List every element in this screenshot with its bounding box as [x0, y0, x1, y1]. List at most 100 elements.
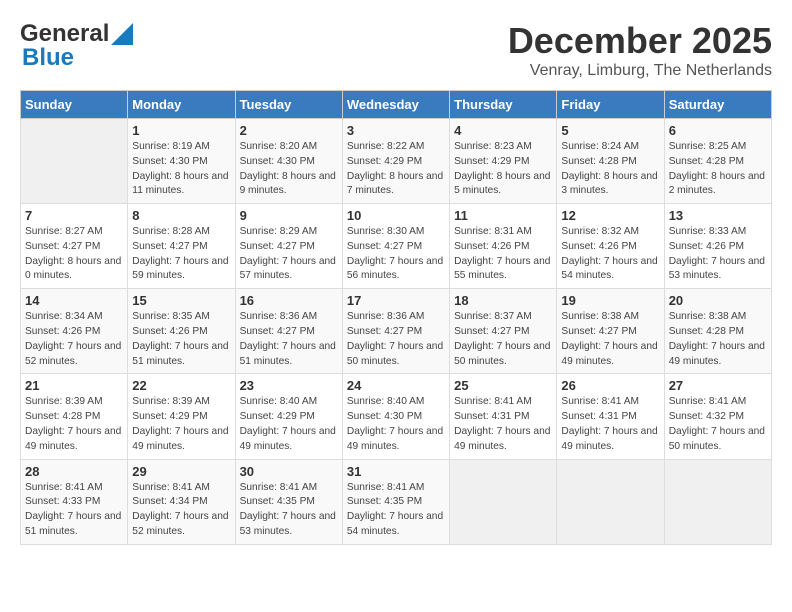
day-info: Sunrise: 8:39 AMSunset: 4:28 PMDaylight:… [25, 395, 123, 454]
day-number: 5 [561, 123, 659, 138]
day-info: Sunrise: 8:41 AMSunset: 4:34 PMDaylight:… [132, 481, 230, 540]
calendar-cell: 11 Sunrise: 8:31 AMSunset: 4:26 PMDayligh… [450, 204, 557, 289]
calendar-cell: 20 Sunrise: 8:38 AMSunset: 4:28 PMDayligh… [664, 289, 771, 374]
day-number: 24 [347, 378, 445, 393]
day-number: 26 [561, 378, 659, 393]
calendar-cell: 12 Sunrise: 8:32 AMSunset: 4:26 PMDayligh… [557, 204, 664, 289]
logo: General Blue [20, 20, 133, 72]
day-info: Sunrise: 8:32 AMSunset: 4:26 PMDaylight:… [561, 225, 659, 284]
day-number: 30 [240, 464, 338, 479]
calendar-cell: 19Sunrise: 8:38 AMSunset: 4:27 PMDayligh… [557, 289, 664, 374]
day-number: 23 [240, 378, 338, 393]
logo-icon [111, 23, 133, 45]
day-info: Sunrise: 8:23 AMSunset: 4:29 PMDaylight:… [454, 140, 552, 199]
calendar-cell: 16 Sunrise: 8:36 AMSunset: 4:27 PMDayligh… [235, 289, 342, 374]
day-info: Sunrise: 8:31 AMSunset: 4:26 PMDaylight:… [454, 225, 552, 284]
weekday-header: Monday [128, 91, 235, 119]
day-number: 27 [669, 378, 767, 393]
calendar-cell: 3Sunrise: 8:22 AMSunset: 4:29 PMDaylight… [342, 119, 449, 204]
day-info: Sunrise: 8:40 AMSunset: 4:30 PMDaylight:… [347, 395, 445, 454]
calendar-cell: 8 Sunrise: 8:28 AMSunset: 4:27 PMDaylight… [128, 204, 235, 289]
day-info: Sunrise: 8:35 AMSunset: 4:26 PMDaylight:… [132, 310, 230, 369]
calendar-cell: 1Sunrise: 8:19 AMSunset: 4:30 PMDaylight… [128, 119, 235, 204]
day-number: 1 [132, 123, 230, 138]
day-info: Sunrise: 8:36 AMSunset: 4:27 PMDaylight:… [240, 310, 338, 369]
calendar-cell: 10 Sunrise: 8:30 AMSunset: 4:27 PMDayligh… [342, 204, 449, 289]
day-info: Sunrise: 8:20 AMSunset: 4:30 PMDaylight:… [240, 140, 338, 199]
day-number: 12 [561, 208, 659, 223]
day-number: 16 [240, 293, 338, 308]
day-info: Sunrise: 8:25 AMSunset: 4:28 PMDaylight:… [669, 140, 767, 199]
day-info: Sunrise: 8:38 AMSunset: 4:28 PMDaylight:… [669, 310, 767, 369]
day-number: 25 [454, 378, 552, 393]
day-number: 7 [25, 208, 123, 223]
calendar-cell: 31Sunrise: 8:41 AMSunset: 4:35 PMDayligh… [342, 459, 449, 544]
weekday-header: Wednesday [342, 91, 449, 119]
calendar-cell: 28 Sunrise: 8:41 AMSunset: 4:33 PMDayligh… [21, 459, 128, 544]
calendar-cell: 5Sunrise: 8:24 AMSunset: 4:28 PMDaylight… [557, 119, 664, 204]
logo-blue: Blue [22, 44, 74, 72]
day-info: Sunrise: 8:39 AMSunset: 4:29 PMDaylight:… [132, 395, 230, 454]
calendar-cell: 22Sunrise: 8:39 AMSunset: 4:29 PMDayligh… [128, 374, 235, 459]
calendar-cell: 9 Sunrise: 8:29 AMSunset: 4:27 PMDaylight… [235, 204, 342, 289]
calendar-cell [21, 119, 128, 204]
day-number: 14 [25, 293, 123, 308]
day-number: 19 [561, 293, 659, 308]
calendar-cell: 18 Sunrise: 8:37 AMSunset: 4:27 PMDayligh… [450, 289, 557, 374]
day-number: 17 [347, 293, 445, 308]
day-info: Sunrise: 8:28 AMSunset: 4:27 PMDaylight:… [132, 225, 230, 284]
calendar-cell: 26Sunrise: 8:41 AMSunset: 4:31 PMDayligh… [557, 374, 664, 459]
day-number: 9 [240, 208, 338, 223]
calendar-cell: 30 Sunrise: 8:41 AMSunset: 4:35 PMDayligh… [235, 459, 342, 544]
calendar-cell: 25 Sunrise: 8:41 AMSunset: 4:31 PMDayligh… [450, 374, 557, 459]
day-info: Sunrise: 8:41 AMSunset: 4:33 PMDaylight:… [25, 481, 123, 540]
day-info: Sunrise: 8:27 AMSunset: 4:27 PMDaylight:… [25, 225, 123, 284]
day-info: Sunrise: 8:41 AMSunset: 4:31 PMDaylight:… [454, 395, 552, 454]
page-header: General Blue December 2025 Venray, Limbu… [20, 20, 772, 80]
calendar-cell: 4 Sunrise: 8:23 AMSunset: 4:29 PMDaylight… [450, 119, 557, 204]
day-info: Sunrise: 8:37 AMSunset: 4:27 PMDaylight:… [454, 310, 552, 369]
calendar-cell: 27 Sunrise: 8:41 AMSunset: 4:32 PMDayligh… [664, 374, 771, 459]
calendar-cell: 6 Sunrise: 8:25 AMSunset: 4:28 PMDaylight… [664, 119, 771, 204]
day-info: Sunrise: 8:34 AMSunset: 4:26 PMDaylight:… [25, 310, 123, 369]
day-number: 31 [347, 464, 445, 479]
day-info: Sunrise: 8:40 AMSunset: 4:29 PMDaylight:… [240, 395, 338, 454]
day-number: 15 [132, 293, 230, 308]
day-info: Sunrise: 8:36 AMSunset: 4:27 PMDaylight:… [347, 310, 445, 369]
day-info: Sunrise: 8:41 AMSunset: 4:35 PMDaylight:… [240, 481, 338, 540]
day-number: 6 [669, 123, 767, 138]
day-number: 10 [347, 208, 445, 223]
day-info: Sunrise: 8:30 AMSunset: 4:27 PMDaylight:… [347, 225, 445, 284]
calendar-cell [557, 459, 664, 544]
day-info: Sunrise: 8:29 AMSunset: 4:27 PMDaylight:… [240, 225, 338, 284]
calendar-table: SundayMondayTuesdayWednesdayThursdayFrid… [20, 90, 772, 545]
day-info: Sunrise: 8:33 AMSunset: 4:26 PMDaylight:… [669, 225, 767, 284]
calendar-cell: 24 Sunrise: 8:40 AMSunset: 4:30 PMDayligh… [342, 374, 449, 459]
day-number: 18 [454, 293, 552, 308]
day-number: 13 [669, 208, 767, 223]
day-number: 2 [240, 123, 338, 138]
day-info: Sunrise: 8:22 AMSunset: 4:29 PMDaylight:… [347, 140, 445, 199]
weekday-header: Saturday [664, 91, 771, 119]
calendar-cell [664, 459, 771, 544]
calendar-cell: 15 Sunrise: 8:35 AMSunset: 4:26 PMDayligh… [128, 289, 235, 374]
calendar-header: SundayMondayTuesdayWednesdayThursdayFrid… [21, 91, 772, 119]
month-title: December 2025 [508, 20, 772, 62]
calendar-cell: 21 Sunrise: 8:39 AMSunset: 4:28 PMDayligh… [21, 374, 128, 459]
calendar-cell: 23 Sunrise: 8:40 AMSunset: 4:29 PMDayligh… [235, 374, 342, 459]
calendar-cell: 7 Sunrise: 8:27 AMSunset: 4:27 PMDaylight… [21, 204, 128, 289]
calendar-cell: 17 Sunrise: 8:36 AMSunset: 4:27 PMDayligh… [342, 289, 449, 374]
day-number: 8 [132, 208, 230, 223]
weekday-header: Thursday [450, 91, 557, 119]
day-number: 28 [25, 464, 123, 479]
day-info: Sunrise: 8:41 AMSunset: 4:32 PMDaylight:… [669, 395, 767, 454]
calendar-cell: 2 Sunrise: 8:20 AMSunset: 4:30 PMDaylight… [235, 119, 342, 204]
weekday-header: Tuesday [235, 91, 342, 119]
day-number: 4 [454, 123, 552, 138]
weekday-header: Friday [557, 91, 664, 119]
calendar-cell: 14 Sunrise: 8:34 AMSunset: 4:26 PMDayligh… [21, 289, 128, 374]
day-number: 20 [669, 293, 767, 308]
title-block: December 2025 Venray, Limburg, The Nethe… [508, 20, 772, 80]
day-number: 11 [454, 208, 552, 223]
day-number: 21 [25, 378, 123, 393]
